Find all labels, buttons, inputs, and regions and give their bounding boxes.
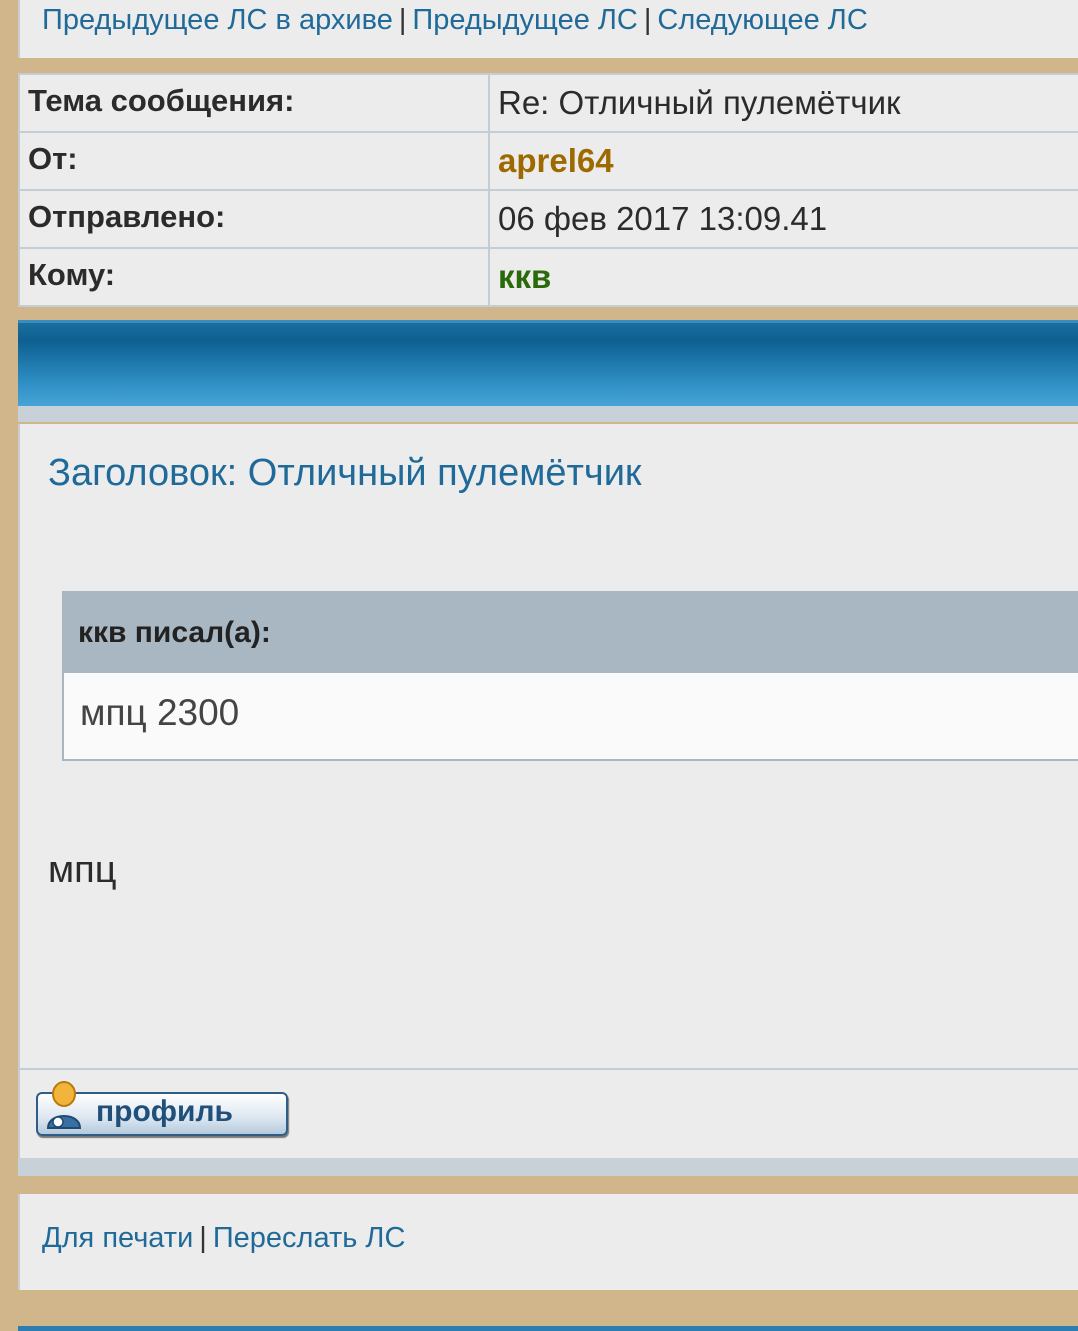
to-label: Кому: [18,247,490,307]
nav-separator: | [643,4,652,36]
prev-message-link[interactable]: Предыдущее ЛС [412,4,637,36]
to-row: Кому: ккв [18,247,1078,307]
profile-row: профиль [18,1070,1078,1158]
profile-button-label: профиль [96,1095,233,1128]
divider-strip [18,1158,1078,1176]
footer-bar [18,1326,1078,1331]
sent-row: Отправлено: 06 фев 2017 13:09.41 [18,189,1078,249]
from-user-link[interactable]: aprel64 [498,142,614,179]
print-link[interactable]: Для печати [42,1222,193,1254]
title-bar-underline [18,406,1078,422]
nav-separator: | [199,1222,207,1254]
forward-link[interactable]: Переслать ЛС [213,1222,406,1254]
quote-author: ккв писал(а): [64,593,1078,673]
next-message-link[interactable]: Следующее ЛС [657,4,867,36]
bottom-nav-links: Для печати | Переслать ЛС [42,1222,405,1255]
message-text: мпц [48,849,117,891]
profile-button[interactable]: профиль [36,1081,288,1136]
quote-text: мпц 2300 [80,692,240,733]
from-row: От: aprel64 [18,131,1078,191]
prev-archive-link[interactable]: Предыдущее ЛС в архиве [42,4,393,36]
subject-value: Re: Отличный пулемётчик [488,73,1078,133]
sent-value: 06 фев 2017 13:09.41 [488,189,1078,249]
message-header-table: Тема сообщения: Re: Отличный пулемётчик … [18,73,1078,307]
sent-label: Отправлено: [18,189,490,249]
bottom-navigation: Для печати | Переслать ЛС [18,1194,1078,1290]
quote-block: ккв писал(а): мпц 2300 [62,591,1078,761]
message-title: Заголовок: Отличный пулемётчик [48,452,642,494]
user-icon [46,1081,82,1129]
message-body: Заголовок: Отличный пулемётчик ккв писал… [18,424,1078,1068]
top-navigation: Предыдущее ЛС в архиве | Предыдущее ЛС | Сле… [18,0,1078,58]
message-title-bar [18,320,1078,409]
subject-label: Тема сообщения: [18,73,490,133]
top-nav-links: Предыдущее ЛС в архиве | Предыдущее ЛС | Сле… [42,4,868,37]
from-label: От: [18,131,490,191]
subject-row: Тема сообщения: Re: Отличный пулемётчик [18,73,1078,133]
to-user-link[interactable]: ккв [498,258,551,295]
nav-separator: | [398,4,407,36]
